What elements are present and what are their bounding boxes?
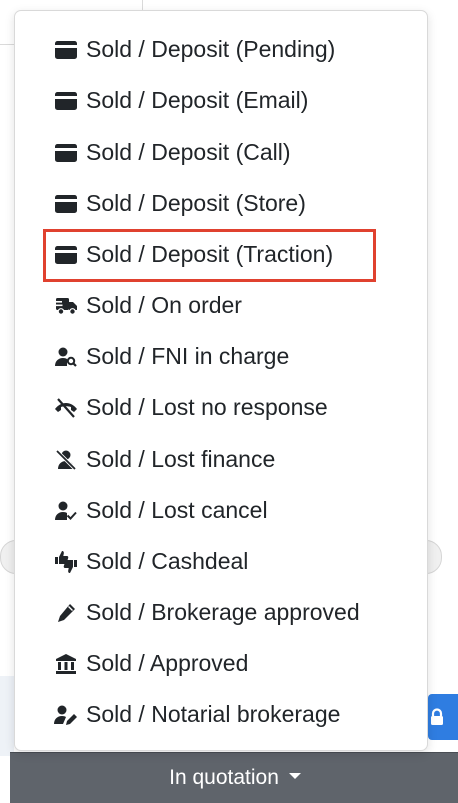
menu-item-label: Sold / Deposit (Email) [86, 87, 309, 113]
credit-card-icon [54, 192, 78, 216]
menu-item-deposit-pending[interactable]: Sold / Deposit (Pending) [15, 24, 427, 75]
caret-down-icon [288, 773, 301, 779]
user-slash-icon [54, 448, 78, 472]
menu-item-deposit-store[interactable]: Sold / Deposit (Store) [15, 178, 427, 229]
lock-button[interactable] [428, 694, 458, 740]
status-dropdown-toggle[interactable]: In quotation [10, 752, 458, 803]
menu-item-lost-no-response[interactable]: Sold / Lost no response [15, 382, 427, 433]
status-dropdown-menu: Sold / Deposit (Pending) Sold / Deposit … [14, 10, 428, 751]
menu-item-brokerage-approved[interactable]: Sold / Brokerage approved [15, 587, 427, 638]
menu-item-label: Sold / Deposit (Store) [86, 190, 306, 216]
status-label: In quotation [169, 766, 279, 789]
menu-item-label: Sold / Deposit (Call) [86, 139, 291, 165]
menu-item-label: Sold / Lost finance [86, 446, 276, 472]
menu-item-label: Sold / Approved [86, 650, 249, 676]
user-search-icon [54, 345, 78, 369]
menu-item-label: Sold / Deposit (Pending) [86, 36, 336, 62]
menu-item-label: Sold / Notarial brokerage [86, 701, 341, 727]
menu-item-label: Sold / Cashdeal [86, 548, 249, 574]
truck-fast-icon [54, 294, 78, 318]
phone-slash-icon [54, 396, 78, 420]
user-check-icon [54, 499, 78, 523]
menu-item-label: Sold / On order [86, 292, 242, 318]
menu-item-fni-in-charge[interactable]: Sold / FNI in charge [15, 331, 427, 382]
bank-icon [54, 652, 78, 676]
menu-item-deposit-call[interactable]: Sold / Deposit (Call) [15, 127, 427, 178]
menu-item-approved[interactable]: Sold / Approved [15, 638, 427, 689]
menu-item-notarial-brokerage[interactable]: Sold / Notarial brokerage [15, 689, 427, 740]
user-pen-icon [54, 703, 78, 727]
credit-card-icon [54, 89, 78, 113]
credit-card-icon [54, 141, 78, 165]
menu-item-lost-cancel[interactable]: Sold / Lost cancel [15, 485, 427, 536]
pen-icon [54, 601, 78, 625]
credit-card-icon [54, 38, 78, 62]
menu-item-label: Sold / FNI in charge [86, 343, 290, 369]
menu-item-deposit-email[interactable]: Sold / Deposit (Email) [15, 75, 427, 126]
menu-item-cashdeal[interactable]: Sold / Cashdeal [15, 536, 427, 587]
lock-icon [431, 708, 443, 725]
menu-item-deposit-traction[interactable]: Sold / Deposit (Traction) [15, 229, 427, 280]
menu-item-lost-finance[interactable]: Sold / Lost finance [15, 434, 427, 485]
thumbs-up-down-icon [54, 550, 78, 574]
menu-item-label: Sold / Lost no response [86, 394, 328, 420]
menu-item-label: Sold / Deposit (Traction) [86, 241, 334, 267]
menu-item-on-order[interactable]: Sold / On order [15, 280, 427, 331]
menu-item-label: Sold / Brokerage approved [86, 599, 360, 625]
credit-card-icon [54, 243, 78, 267]
background-panel [0, 676, 14, 756]
menu-item-label: Sold / Lost cancel [86, 497, 268, 523]
